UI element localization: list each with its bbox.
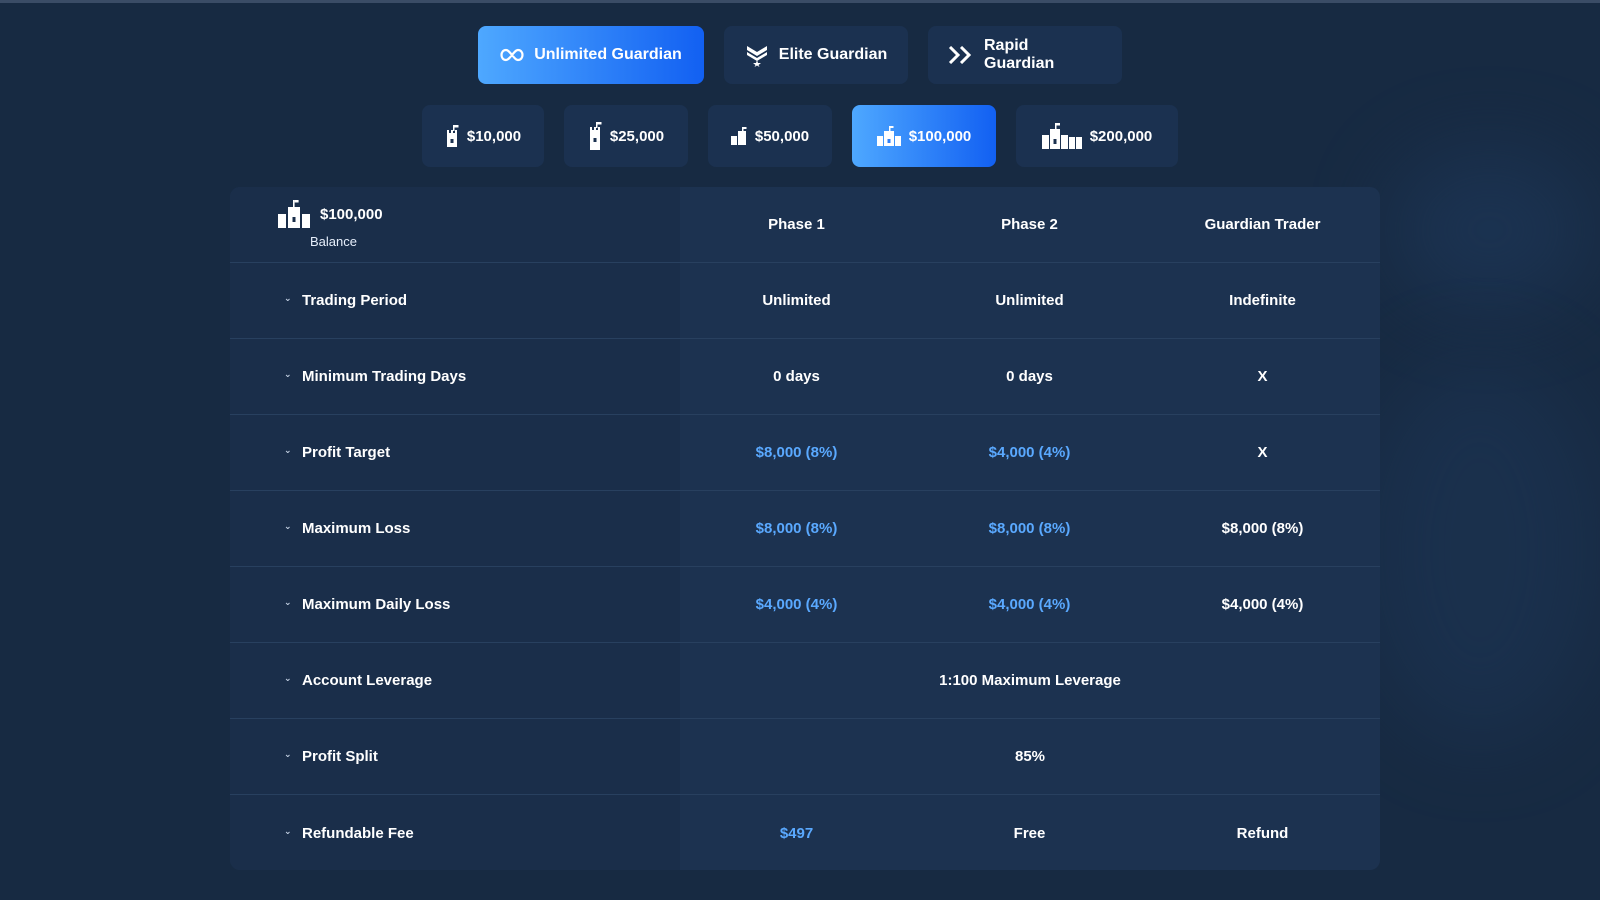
cell-value: Free: [1013, 824, 1046, 842]
cell-value: 85%: [1014, 748, 1046, 765]
tab-unlimited-guardian[interactable]: Unlimited Guardian: [478, 26, 704, 84]
cell-value: $4,000 (4%): [988, 596, 1071, 613]
table-row[interactable]: ⌄ Minimum Trading Days 0 days 0 days X: [230, 339, 1380, 415]
castle-icon: [876, 126, 901, 146]
row-label: Minimum Trading Days: [302, 368, 467, 385]
cell-value: $4,000 (4%): [755, 596, 838, 613]
cell-value: 1:100 Maximum Leverage: [939, 672, 1121, 689]
cell-value: X: [1257, 368, 1268, 385]
row-label: Profit Split: [302, 748, 378, 765]
table-header: $100,000 Balance Phase 1 Phase 2 Guardia…: [230, 187, 1380, 263]
chevron-down-icon[interactable]: ⌄: [284, 521, 294, 532]
tab-size-25000[interactable]: $25,000: [564, 105, 688, 167]
table-row[interactable]: ⌄ Profit Target $8,000 (8%) $4,000 (4%) X: [230, 415, 1380, 491]
row-label: Profit Target: [302, 444, 391, 461]
tab-elite-guardian[interactable]: Elite Guardian: [724, 26, 908, 84]
chevron-down-icon[interactable]: ⌄: [284, 597, 294, 608]
balance-header: $100,000 Balance: [230, 200, 680, 249]
chevron-down-icon[interactable]: ⌄: [284, 369, 294, 380]
tab-size-200000[interactable]: $200,000: [1016, 105, 1178, 167]
tab-label: Unlimited Guardian: [534, 46, 682, 63]
row-label: Maximum Loss: [302, 520, 411, 537]
chevron-badge-icon: [745, 43, 769, 67]
cell-value: $4,000 (4%): [988, 444, 1071, 461]
table-row[interactable]: ⌄ Account Leverage 1:100 Maximum Leverage: [230, 643, 1380, 719]
row-label: Refundable Fee: [302, 824, 414, 842]
tab-label: Elite Guardian: [778, 46, 888, 63]
background-blur: [1390, 150, 1590, 310]
castle-icon: [278, 200, 310, 228]
cell-value: Refund: [1236, 824, 1289, 842]
tab-size-10000[interactable]: $10,000: [422, 105, 544, 167]
table-row[interactable]: ⌄ Maximum Daily Loss $4,000 (4%) $4,000 (…: [230, 567, 1380, 643]
column-header-guardian-trader: Guardian Trader: [1204, 216, 1321, 233]
plan-tabs: Unlimited Guardian Elite Guardian Rapid …: [0, 26, 1600, 84]
cell-value: X: [1257, 444, 1268, 461]
cell-value: $8,000 (8%): [1221, 520, 1304, 537]
tab-size-100000[interactable]: $100,000: [852, 105, 996, 167]
chevron-down-icon[interactable]: ⌄: [284, 673, 294, 684]
table-row[interactable]: ⌄ Refundable Fee $497 Free Refund: [230, 795, 1380, 870]
row-label: Trading Period: [302, 292, 408, 309]
cell-value: Unlimited: [995, 292, 1064, 309]
chevron-down-icon[interactable]: ⌄: [284, 445, 294, 456]
tab-rapid-guardian[interactable]: Rapid Guardian: [928, 26, 1122, 84]
cell-value: 0 days: [773, 368, 820, 385]
size-label: $10,000: [466, 127, 522, 145]
cell-value: $8,000 (8%): [988, 520, 1071, 537]
background-blur: [1360, 360, 1600, 740]
chevron-down-icon[interactable]: ⌄: [284, 293, 294, 304]
cell-value: $497: [779, 824, 814, 842]
cell-value: 0 days: [1006, 368, 1053, 385]
size-label: $100,000: [908, 127, 972, 145]
balance-label: Balance: [310, 234, 357, 249]
cell-value: Indefinite: [1229, 292, 1296, 309]
infinity-icon: [500, 48, 524, 62]
castle-icon: [1041, 123, 1082, 149]
balance-value: $100,000: [320, 205, 383, 223]
double-chevron-icon: [948, 46, 974, 64]
top-border: [0, 0, 1600, 3]
tower-icon: [588, 122, 602, 150]
tower-icon: [445, 125, 459, 147]
size-label: $50,000: [754, 127, 810, 145]
row-label: Maximum Daily Loss: [302, 596, 451, 613]
comparison-table: $100,000 Balance Phase 1 Phase 2 Guardia…: [230, 187, 1380, 870]
cell-value: Unlimited: [762, 292, 831, 309]
cell-value: $8,000 (8%): [755, 444, 838, 461]
cell-value: $4,000 (4%): [1221, 596, 1304, 613]
chevron-down-icon[interactable]: ⌄: [284, 826, 294, 837]
account-size-tabs: $10,000 $25,000 $50,000 $100,000 $200,00…: [0, 105, 1600, 167]
column-header-phase-2: Phase 2: [1001, 216, 1058, 233]
chevron-down-icon[interactable]: ⌄: [284, 749, 294, 760]
table-row[interactable]: ⌄ Profit Split 85%: [230, 719, 1380, 795]
size-label: $200,000: [1089, 127, 1153, 145]
row-label: Account Leverage: [302, 672, 433, 689]
column-header-phase-1: Phase 1: [768, 216, 825, 233]
tab-size-50000[interactable]: $50,000: [708, 105, 832, 167]
cell-value: $8,000 (8%): [755, 520, 838, 537]
tower-icon: [730, 127, 747, 145]
size-label: $25,000: [609, 127, 665, 145]
table-row[interactable]: ⌄ Maximum Loss $8,000 (8%) $8,000 (8%) $8…: [230, 491, 1380, 567]
tab-label: Rapid Guardian: [984, 37, 1055, 72]
table-row[interactable]: ⌄ Trading Period Unlimited Unlimited Inde…: [230, 263, 1380, 339]
